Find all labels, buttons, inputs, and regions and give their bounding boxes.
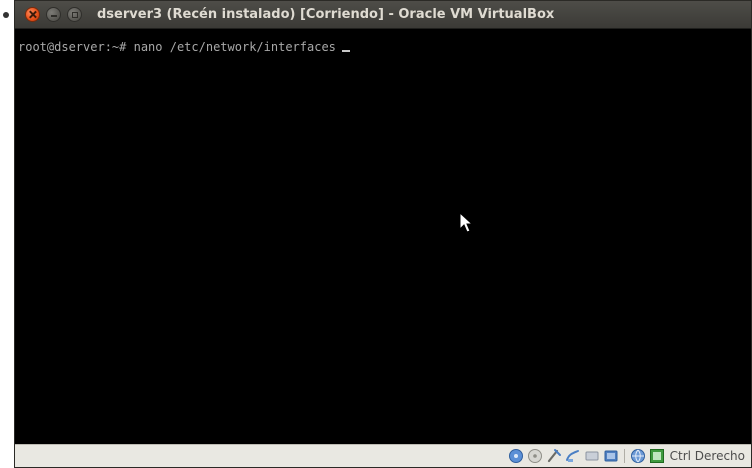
- status-separator: [623, 449, 625, 463]
- mouse-pointer-icon: [459, 212, 474, 233]
- virtualbox-window: dserver3 (Recén instalado) [Corriendo] -…: [14, 0, 752, 468]
- title-bar[interactable]: dserver3 (Recén instalado) [Corriendo] -…: [15, 1, 751, 29]
- status-bar: Ctrl Derecho: [15, 444, 751, 467]
- hard-disk-icon[interactable]: [508, 448, 524, 464]
- shell-prompt: root@dserver:~#: [18, 40, 127, 54]
- video-capture-icon[interactable]: [603, 448, 619, 464]
- text-cursor: [341, 50, 350, 52]
- vm-console-screen[interactable]: root@dserver:~# nano /etc/network/interf…: [15, 29, 751, 446]
- command-line: root@dserver:~# nano /etc/network/interf…: [18, 40, 350, 54]
- network-icon[interactable]: [630, 448, 646, 464]
- shell-command: nano /etc/network/interfaces: [133, 40, 336, 54]
- window-controls: [25, 7, 82, 22]
- list-bullet: [3, 12, 9, 18]
- status-icons: Ctrl Derecho: [508, 447, 745, 465]
- display-icon[interactable]: [584, 448, 600, 464]
- virtualization-icon[interactable]: [649, 448, 665, 464]
- usb-icon[interactable]: [546, 448, 562, 464]
- close-icon[interactable]: [25, 7, 40, 22]
- window-title: dserver3 (Recén instalado) [Corriendo] -…: [97, 7, 555, 22]
- optical-drive-icon[interactable]: [527, 448, 543, 464]
- maximize-icon[interactable]: [67, 7, 82, 22]
- shared-folders-icon[interactable]: [565, 448, 581, 464]
- host-key-label[interactable]: Ctrl Derecho: [670, 449, 745, 463]
- minimize-icon[interactable]: [46, 7, 61, 22]
